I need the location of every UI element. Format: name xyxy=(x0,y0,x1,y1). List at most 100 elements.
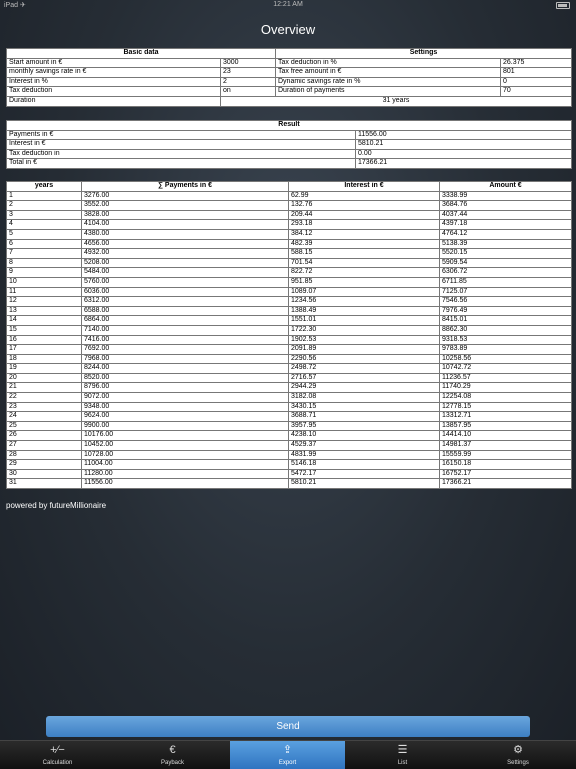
table-cell: 6312.00 xyxy=(81,296,289,307)
table-cell: 5810.21 xyxy=(288,478,440,489)
result-header: Result xyxy=(6,120,572,131)
table-row: Interest in % 2 Dynamic savings rate in … xyxy=(6,76,572,88)
table-cell: 27 xyxy=(6,440,82,451)
table-cell: 10452.00 xyxy=(81,440,289,451)
table-cell: 1722.30 xyxy=(288,324,440,336)
table-row: 29 11004.00 5146.18 16150.18 xyxy=(6,459,572,470)
table-cell: 5146.18 xyxy=(288,459,440,470)
table-cell: 18 xyxy=(6,353,82,365)
table-cell: 9348.00 xyxy=(81,401,289,413)
table-cell: 2091.89 xyxy=(288,344,440,355)
table-cell: 3338.99 xyxy=(439,190,572,202)
yearly-table: years ∑ Payments in € Interest in € Amou… xyxy=(6,181,572,489)
table-cell: 9318.53 xyxy=(439,334,572,346)
table-row: Total in € 17366.21 xyxy=(6,158,572,169)
table-row: 17 7692.00 2091.89 9783.89 xyxy=(6,344,572,355)
setting-value: 0 xyxy=(500,76,572,88)
table-cell: 15 xyxy=(6,324,82,336)
table-cell: 11556.00 xyxy=(81,478,289,489)
table-cell: 16 xyxy=(6,334,82,346)
table-cell: 5472.17 xyxy=(288,468,440,480)
table-cell: 5520.15 xyxy=(439,248,572,259)
table-cell: 4764.12 xyxy=(439,228,572,240)
tab-calculation[interactable]: +⁄− Calculation xyxy=(0,741,115,769)
table-cell: 11740.29 xyxy=(439,382,572,394)
table-row: 18 7968.00 2290.56 10258.56 xyxy=(6,353,572,365)
basic-value: 3000 xyxy=(220,57,276,69)
basic-label: Interest in % xyxy=(6,76,221,88)
setting-value: 801 xyxy=(500,67,572,78)
table-cell: 10176.00 xyxy=(81,430,289,442)
table-row: monthly savings rate in € 23 Tax free am… xyxy=(6,67,572,78)
table-row: Tax deduction in 0.00 xyxy=(6,148,572,160)
table-cell: 17 xyxy=(6,344,82,355)
result-label: Total in € xyxy=(6,158,356,169)
table-row: 8 5208.00 701.54 5909.54 xyxy=(6,257,572,269)
tab-export[interactable]: ⇪ Export xyxy=(230,741,345,769)
list-icon: ☰ xyxy=(397,744,408,756)
table-cell: 1551.01 xyxy=(288,315,440,326)
setting-label: Tax deduction in % xyxy=(275,57,501,69)
table-cell: 1234.56 xyxy=(288,296,440,307)
table-row: 16 7416.00 1902.53 9318.53 xyxy=(6,334,572,346)
table-cell: 16150.18 xyxy=(439,459,572,470)
table-row: 15 7140.00 1722.30 8862.30 xyxy=(6,324,572,336)
powered-by-text: powered by futureMillionaire xyxy=(6,501,107,510)
table-cell: 2 xyxy=(6,200,82,211)
table-row: Start amount in € 3000 Tax deduction in … xyxy=(6,57,572,69)
table-cell: 62.99 xyxy=(288,190,440,202)
table-cell: 23 xyxy=(6,401,82,413)
table-cell: 24 xyxy=(6,411,82,422)
column-header: Amount € xyxy=(439,181,572,192)
table-row: 4 4104.00 293.18 4397.18 xyxy=(6,219,572,230)
table-cell: 3430.15 xyxy=(288,401,440,413)
table-cell: 21 xyxy=(6,382,82,394)
table-cell: 11004.00 xyxy=(81,459,289,470)
table-cell: 3552.00 xyxy=(81,200,289,211)
table-cell: 6711.85 xyxy=(439,276,572,288)
duration-label: Duration xyxy=(6,95,221,107)
table-cell: 10258.56 xyxy=(439,353,572,365)
tab-settings[interactable]: ⚙ Settings xyxy=(460,741,576,769)
table-cell: 293.18 xyxy=(288,219,440,230)
table-cell: 22 xyxy=(6,392,82,403)
table-cell: 4656.00 xyxy=(81,238,289,250)
basic-value: on xyxy=(220,86,276,97)
table-cell: 12778.15 xyxy=(439,401,572,413)
result-label: Payments in € xyxy=(6,129,356,141)
table-cell: 20 xyxy=(6,372,82,384)
table-cell: 1 xyxy=(6,190,82,202)
table-row: 12 6312.00 1234.56 7546.56 xyxy=(6,296,572,307)
table-cell: 209.44 xyxy=(288,209,440,221)
send-button[interactable]: Send xyxy=(46,716,530,737)
table-cell: 7 xyxy=(6,248,82,259)
tab-label: Payback xyxy=(160,760,184,766)
tab-payback[interactable]: € Payback xyxy=(115,741,230,769)
table-row: 2 3552.00 132.76 3684.76 xyxy=(6,200,572,211)
result-value: 5810.21 xyxy=(355,139,572,150)
tab-list[interactable]: ☰ List xyxy=(345,741,460,769)
basic-data-table: Basic data Settings Start amount in € 30… xyxy=(6,48,572,107)
result-value: 0.00 xyxy=(355,148,572,160)
table-row: 3 3828.00 209.44 4037.44 xyxy=(6,209,572,221)
table-row: 11 6036.00 1089.07 7125.07 xyxy=(6,286,572,298)
result-label: Interest in € xyxy=(6,139,356,150)
table-cell: 5909.54 xyxy=(439,257,572,269)
table-cell: 4104.00 xyxy=(81,219,289,230)
table-cell: 8796.00 xyxy=(81,382,289,394)
table-cell: 3182.08 xyxy=(288,392,440,403)
table-cell: 1089.07 xyxy=(288,286,440,298)
table-cell: 15559.99 xyxy=(439,449,572,461)
table-row: Duration 31 years xyxy=(6,95,572,107)
table-row: 24 9624.00 3688.71 13312.71 xyxy=(6,411,572,422)
table-row: 20 8520.00 2716.57 11236.57 xyxy=(6,372,572,384)
table-cell: 10 xyxy=(6,276,82,288)
table-cell: 482.39 xyxy=(288,238,440,250)
table-cell: 8 xyxy=(6,257,82,269)
table-cell: 25 xyxy=(6,420,82,432)
table-cell: 8520.00 xyxy=(81,372,289,384)
table-row: 6 4656.00 482.39 5138.39 xyxy=(6,238,572,250)
table-cell: 7125.07 xyxy=(439,286,572,298)
result-value: 17366.21 xyxy=(355,158,572,169)
table-row: 9 5484.00 822.72 6306.72 xyxy=(6,267,572,278)
